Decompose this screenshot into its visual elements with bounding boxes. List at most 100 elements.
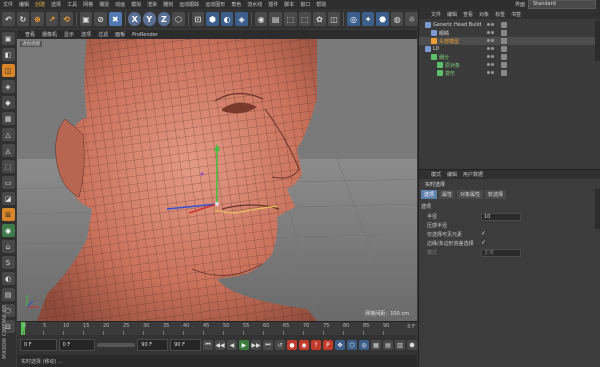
object-tag-icon[interactable]	[501, 38, 507, 44]
object-row[interactable]: L0	[419, 45, 600, 53]
attribute-menu-item[interactable]: 模式	[431, 171, 441, 178]
toolbar-button[interactable]: X	[128, 12, 141, 26]
object-row[interactable]: 变形	[419, 69, 600, 77]
transport-button[interactable]: ●	[286, 340, 297, 350]
viewport-menu-item[interactable]: 查看	[25, 31, 35, 38]
toolbar-button[interactable]: ◫	[327, 12, 341, 26]
toolbar-button[interactable]: ⬚	[298, 12, 312, 26]
object-row[interactable]: 细分	[419, 53, 600, 61]
object-manager-menu-item[interactable]: 查看	[463, 11, 473, 18]
menu-item[interactable]: 动画	[112, 1, 128, 8]
transport-button[interactable]: ▶	[238, 340, 249, 350]
visibility-dots[interactable]	[487, 54, 499, 60]
attribute-tab[interactable]: 属性	[439, 190, 456, 199]
left-tool-button[interactable]: ◬	[1, 144, 15, 157]
left-tool-button[interactable]: ◧	[1, 48, 15, 61]
toolbar-button[interactable]: ⊕	[31, 12, 44, 26]
end-frame-field[interactable]: 90 F	[137, 339, 169, 351]
timeline-ruler[interactable]: 0 F 0 5 10 15 20 25 30 35 40 45 50 55 60 65 70 75 80 85 90	[17, 321, 417, 335]
object-manager-menu-item[interactable]: 编辑	[447, 11, 457, 18]
visibility-dots[interactable]	[487, 46, 499, 52]
transport-button[interactable]: ▥	[394, 340, 405, 350]
object-row[interactable]: 原对象	[419, 61, 600, 69]
object-row[interactable]: 眼睛	[419, 29, 600, 37]
visibility-dots[interactable]	[487, 38, 499, 44]
toolbar-button[interactable]: ⬢	[206, 12, 219, 26]
transport-button[interactable]: ⏭	[262, 340, 273, 350]
toolbar-button[interactable]: ✖	[108, 12, 122, 26]
menu-item[interactable]: 模拟	[128, 1, 144, 8]
object-tag-icon[interactable]	[501, 54, 507, 60]
visibility-dots[interactable]	[487, 70, 499, 76]
visibility-dots[interactable]	[487, 22, 499, 28]
transport-button[interactable]: ▦	[370, 340, 381, 350]
menu-item[interactable]: 捕捉	[96, 1, 112, 8]
object-tag-icon[interactable]	[501, 70, 507, 76]
left-tool-button[interactable]: ◫	[1, 64, 15, 77]
viewport-menu-item[interactable]: ProRender	[132, 32, 158, 38]
toolbar-button[interactable]: ↻	[16, 12, 30, 26]
menu-item[interactable]: 脚本	[281, 1, 297, 8]
left-tool-button[interactable]: ◈	[1, 80, 15, 93]
attribute-menu-item[interactable]: 用户数据	[463, 171, 483, 178]
menu-item[interactable]: 文件	[0, 1, 16, 8]
visibility-dots[interactable]	[487, 62, 499, 68]
toolbar-button[interactable]: ⬚	[283, 12, 297, 26]
attribute-value-field[interactable]: 10	[481, 213, 521, 221]
left-tool-button[interactable]: ⬚	[1, 160, 15, 173]
menu-item[interactable]: 插件	[265, 1, 281, 8]
menu-item[interactable]: 窗口	[297, 1, 313, 8]
left-tool-button[interactable]: ⌂	[1, 240, 15, 253]
preview-end-field[interactable]: 90 F	[170, 339, 201, 351]
transport-button[interactable]: ✥	[334, 340, 345, 350]
attribute-checkbox[interactable]	[481, 222, 487, 228]
toolbar-button[interactable]: ◈	[235, 12, 248, 26]
frame-range-slider[interactable]	[97, 343, 136, 347]
viewport-scene[interactable]	[17, 39, 417, 321]
toolbar-button[interactable]: ✿	[313, 12, 326, 26]
menu-item[interactable]: 角色	[228, 1, 244, 8]
toolbar-button[interactable]: ⟲	[60, 12, 73, 26]
toolbar-button[interactable]: ◍	[390, 12, 404, 26]
layout-select[interactable]: Standard	[528, 0, 596, 9]
start-frame-field[interactable]: 0 F	[20, 339, 57, 351]
object-tag-icon[interactable]	[501, 62, 507, 68]
menu-item[interactable]: 渲染	[144, 1, 160, 8]
toolbar-button[interactable]: ◉	[254, 12, 268, 26]
viewport-perspective[interactable]: 透视视图 网格间距：100 cm	[17, 39, 417, 321]
toolbar-button[interactable]: ↗	[45, 12, 59, 26]
transport-button[interactable]: ▶▶	[250, 340, 261, 350]
left-tool-button[interactable]: ◉	[1, 224, 15, 237]
viewport-menu-item[interactable]: 面板	[115, 31, 125, 38]
transport-button[interactable]: ◀◀	[214, 340, 225, 350]
transport-button[interactable]: ⬢	[406, 340, 417, 350]
toolbar-button[interactable]: ☼	[405, 12, 419, 26]
object-tag-icon[interactable]	[501, 46, 507, 52]
transport-button[interactable]: ▤	[382, 340, 393, 350]
attribute-panel-side-tab[interactable]	[595, 189, 600, 229]
transport-button[interactable]: ?	[310, 340, 321, 350]
toolbar-button[interactable]: ▤	[269, 12, 282, 26]
menu-item[interactable]: 运动跟踪	[176, 1, 202, 8]
menu-item[interactable]: 运动图形	[202, 1, 228, 8]
transport-button[interactable]: ◎	[358, 340, 369, 350]
toolbar-button[interactable]: Y	[142, 12, 156, 26]
left-tool-button[interactable]: ◪	[1, 192, 15, 205]
menu-item[interactable]: 雕刻	[160, 1, 176, 8]
menu-item[interactable]: 选择	[48, 1, 64, 8]
left-tool-button[interactable]: △	[1, 128, 15, 141]
object-manager-menu-item[interactable]: 文件	[431, 11, 441, 18]
transport-button[interactable]: ◀	[226, 340, 237, 350]
attribute-menu-item[interactable]: 编辑	[447, 171, 457, 178]
toolbar-button[interactable]: Z	[157, 12, 171, 26]
toolbar-button[interactable]: ⬣	[376, 12, 389, 26]
toolbar-button[interactable]: ⬡	[172, 12, 185, 26]
toolbar-button[interactable]: ◐	[220, 12, 234, 26]
object-tag-icon[interactable]	[501, 30, 507, 36]
object-panel-side-tab[interactable]	[595, 21, 600, 61]
toolbar-button[interactable]: ⊡	[191, 12, 205, 26]
object-row[interactable]: Generic Head Build	[419, 21, 600, 29]
object-manager-menu-item[interactable]: 标签	[495, 11, 505, 18]
menu-item[interactable]: 网格	[80, 1, 96, 8]
menu-item[interactable]: 创建	[32, 1, 48, 8]
